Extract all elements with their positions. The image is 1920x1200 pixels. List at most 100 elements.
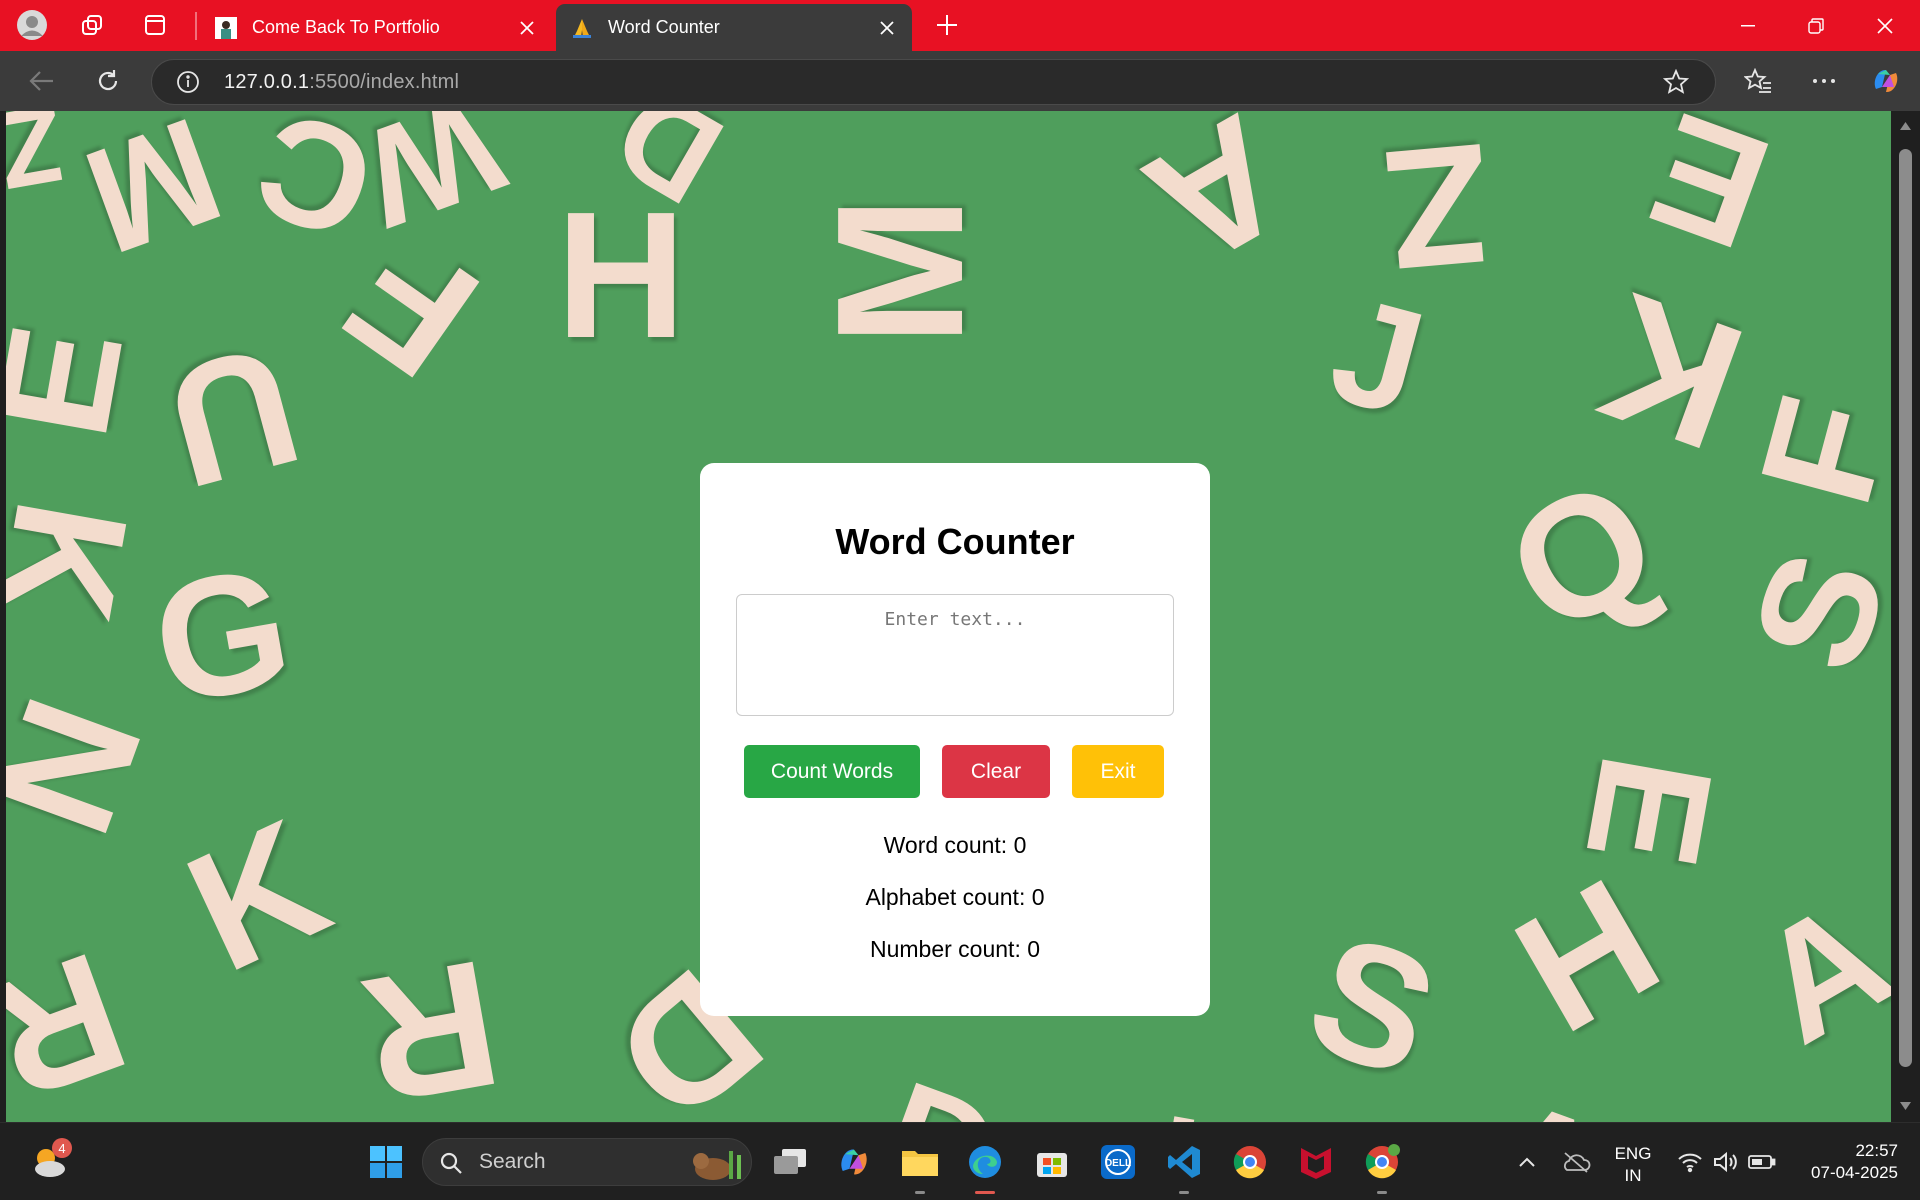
- microsoft-store-icon[interactable]: [1030, 1140, 1074, 1184]
- background-letter: K: [161, 783, 354, 1009]
- windows-taskbar: 4 Search DELL ENG IN 22:57 07-04-2025: [0, 1122, 1920, 1200]
- background-letter: Q: [1477, 440, 1687, 672]
- folded-hands-icon: [570, 16, 594, 40]
- page-title: Word Counter: [835, 521, 1075, 562]
- copilot-icon[interactable]: [1870, 65, 1902, 97]
- background-letter: G: [140, 530, 304, 742]
- close-icon[interactable]: [516, 17, 538, 39]
- running-indicator: [1377, 1191, 1387, 1194]
- background-letter: U: [148, 308, 317, 524]
- minimize-icon[interactable]: [1715, 0, 1781, 51]
- profile-avatar-icon[interactable]: [16, 9, 48, 41]
- dell-app-icon[interactable]: DELL: [1096, 1140, 1140, 1184]
- background-letter: H: [556, 175, 686, 376]
- scroll-thumb[interactable]: [1899, 149, 1912, 1067]
- close-icon[interactable]: [876, 17, 898, 39]
- background-letter: M: [66, 111, 241, 287]
- count-words-button[interactable]: Count Words: [744, 745, 920, 798]
- running-indicator: [915, 1191, 925, 1194]
- start-button-icon[interactable]: [364, 1140, 408, 1184]
- favorites-icon[interactable]: [1742, 65, 1774, 97]
- background-letter: E: [6, 312, 157, 450]
- page-viewport: ZMCWDAZEHFMJEUKFKQGSNEKRDSHARDKA Word Co…: [6, 111, 1891, 1122]
- background-letter: S: [1286, 897, 1459, 1115]
- browser-titlebar: Come Back To Portfolio Word Counter: [0, 0, 1920, 51]
- site-info-icon[interactable]: [176, 70, 200, 99]
- browser-toolbar: 127.0.0.1:5500/index.html: [0, 51, 1920, 111]
- onedrive-offline-icon[interactable]: [1554, 1140, 1598, 1184]
- background-letter: N: [6, 675, 178, 857]
- battery-icon[interactable]: [1740, 1140, 1784, 1184]
- url-text: 127.0.0.1:5500/index.html: [224, 71, 459, 94]
- active-indicator: [975, 1191, 995, 1194]
- background-letter: S: [1716, 530, 1891, 692]
- background-letter: A: [1728, 864, 1891, 1077]
- background-letter: D: [861, 1049, 1020, 1122]
- weather-widget-icon[interactable]: 4: [28, 1138, 72, 1184]
- window-close-icon[interactable]: [1852, 0, 1918, 51]
- portfolio-favicon-icon: [214, 16, 238, 40]
- tab-title: Come Back To Portfolio: [252, 17, 440, 37]
- exit-button[interactable]: Exit: [1072, 745, 1164, 798]
- background-letter: H: [1486, 843, 1689, 1069]
- clock[interactable]: 22:57 07-04-2025: [1790, 1140, 1898, 1184]
- refresh-icon[interactable]: [92, 65, 124, 97]
- new-tab-plus-icon[interactable]: [931, 9, 963, 41]
- file-explorer-icon[interactable]: [898, 1140, 942, 1194]
- clock-date: 07-04-2025: [1811, 1163, 1898, 1182]
- background-letter: E: [1628, 111, 1790, 284]
- background-letter: Z: [1377, 111, 1498, 306]
- url-path: :5500/index.html: [309, 70, 460, 93]
- word-count-result: Word count: 0: [883, 832, 1027, 858]
- tab-word-counter[interactable]: Word Counter: [556, 4, 912, 51]
- tab-divider: [195, 12, 197, 40]
- url-host: 127.0.0.1: [224, 70, 310, 93]
- background-letter: K: [1143, 1084, 1270, 1122]
- restore-icon[interactable]: [1783, 0, 1849, 51]
- chrome-icon[interactable]: [1228, 1140, 1272, 1184]
- background-letter: F: [1725, 380, 1891, 522]
- region-code: IN: [1624, 1166, 1642, 1185]
- clock-time: 22:57: [1855, 1141, 1898, 1160]
- weather-badge: 4: [52, 1138, 72, 1158]
- background-letter: A: [1472, 1069, 1621, 1122]
- copilot-app-icon[interactable]: [832, 1140, 876, 1184]
- background-letter: Z: [6, 111, 74, 213]
- page-scrollbar[interactable]: [1891, 111, 1920, 1122]
- edge-browser-icon[interactable]: [963, 1140, 1007, 1194]
- scroll-up-icon[interactable]: [1899, 121, 1912, 131]
- taskbar-search[interactable]: Search: [422, 1138, 752, 1186]
- background-letter: A: [1116, 111, 1319, 304]
- search-highlight-beaver-icon: [693, 1151, 741, 1180]
- svg-text:DELL: DELL: [1105, 1158, 1131, 1169]
- search-label: Search: [479, 1150, 546, 1173]
- number-count-result: Number count: 0: [869, 936, 1041, 962]
- tab-title: Word Counter: [608, 17, 720, 37]
- alphabet-count-result: Alphabet count: 0: [865, 884, 1045, 910]
- task-view-icon[interactable]: [768, 1140, 812, 1184]
- vscode-icon[interactable]: [1162, 1140, 1206, 1194]
- favorite-star-icon[interactable]: [1662, 68, 1690, 100]
- mcafee-icon[interactable]: [1294, 1140, 1338, 1184]
- background-letter: K: [6, 488, 163, 634]
- tab-portfolio[interactable]: Come Back To Portfolio: [200, 4, 552, 51]
- clear-button[interactable]: Clear: [942, 745, 1050, 798]
- chrome-profile-icon[interactable]: [1360, 1140, 1404, 1194]
- tab-actions-icon[interactable]: [139, 9, 171, 41]
- text-input[interactable]: [736, 594, 1174, 716]
- back-arrow-icon[interactable]: [26, 65, 58, 97]
- scroll-down-icon[interactable]: [1899, 1101, 1912, 1111]
- background-letter: M: [799, 196, 1001, 346]
- search-icon: [440, 1152, 462, 1174]
- word-counter-card: Word Counter Count Words Clear Exit Word…: [700, 463, 1210, 1016]
- more-options-icon[interactable]: [1808, 65, 1840, 97]
- workspaces-icon[interactable]: [76, 9, 108, 41]
- running-indicator: [1179, 1191, 1189, 1194]
- background-letter: J: [1315, 264, 1440, 448]
- background-letter: R: [6, 915, 148, 1122]
- language-code: ENG: [1614, 1144, 1652, 1163]
- background-letter: R: [349, 921, 513, 1122]
- input-language[interactable]: ENG IN: [1610, 1143, 1656, 1187]
- show-hidden-icons-chevron-icon[interactable]: [1505, 1140, 1549, 1184]
- address-bar[interactable]: 127.0.0.1:5500/index.html: [151, 59, 1716, 105]
